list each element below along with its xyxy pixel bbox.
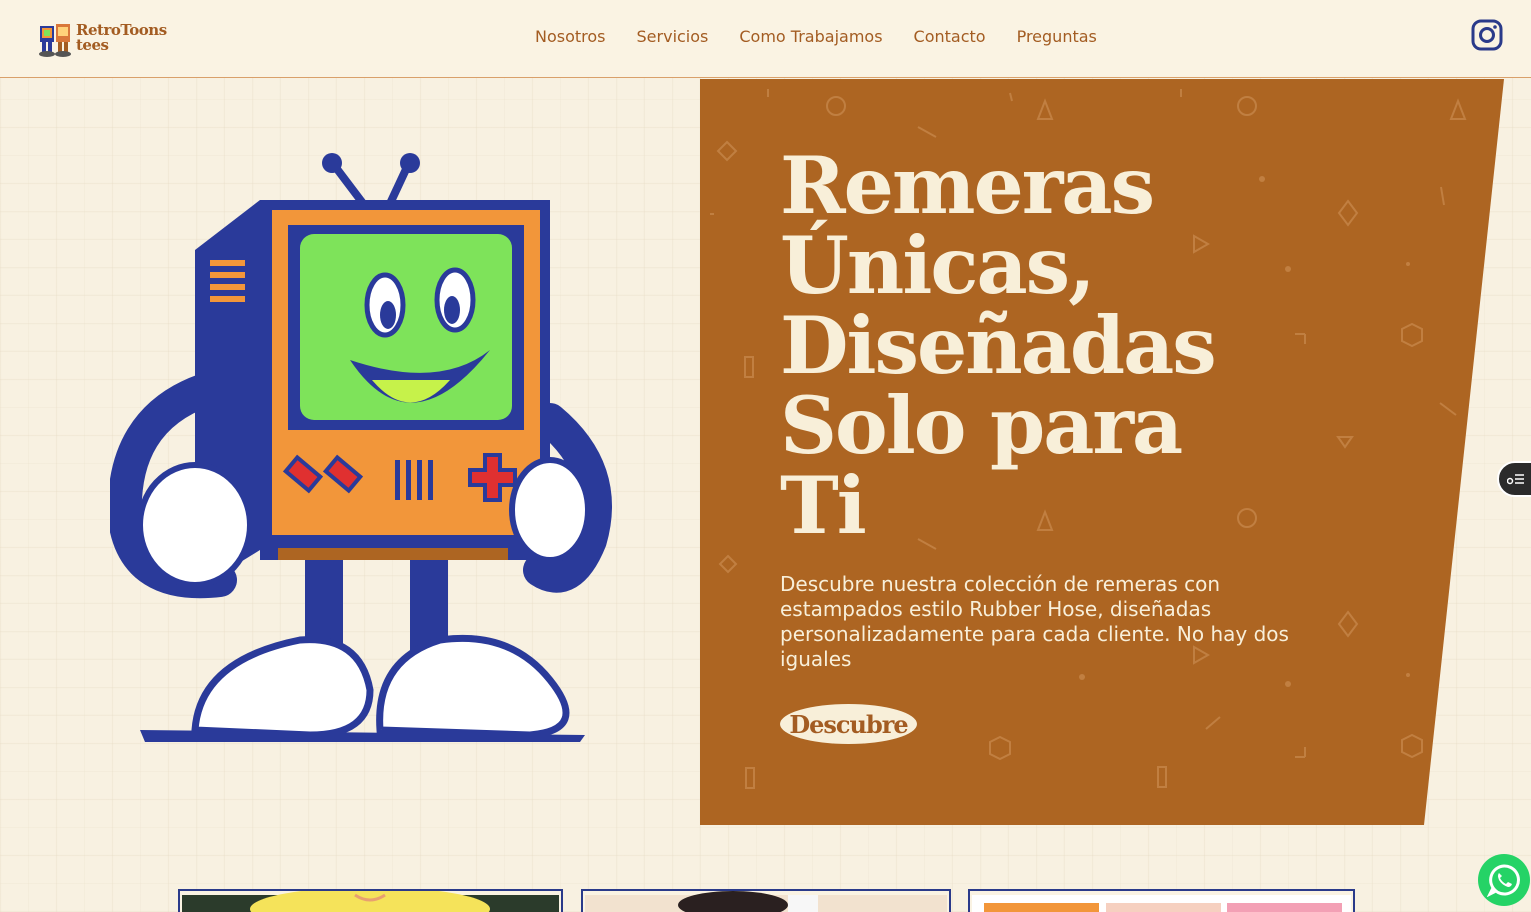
brand-logo[interactable]: RetroToons tees (38, 18, 167, 58)
product-card[interactable] (581, 889, 951, 912)
nav-item-nosotros[interactable]: Nosotros (535, 27, 606, 46)
hero-title-line: Diseñadas (780, 299, 1217, 392)
hero-title-line: Ti (780, 459, 867, 552)
product-image (972, 895, 1351, 912)
hero-title-line: Únicas, (780, 219, 1096, 312)
hero-description: Descubre nuestra colección de remeras co… (780, 572, 1289, 671)
hero-title-line: Solo para (780, 379, 1183, 472)
product-card[interactable] (968, 889, 1355, 912)
whatsapp-button[interactable] (1478, 854, 1530, 906)
nav-item-preguntas[interactable]: Preguntas (1017, 27, 1097, 46)
logo-mascot-icon (39, 24, 71, 57)
hero-title-line: Remeras (780, 139, 1155, 232)
hero-title: Remeras Únicas, Diseñadas Solo para Ti (780, 146, 1340, 546)
product-image (182, 891, 559, 912)
discover-button[interactable]: Descubre (780, 704, 917, 744)
instagram-icon[interactable] (1471, 19, 1503, 51)
product-image (585, 891, 947, 912)
nav-item-contacto[interactable]: Contacto (914, 27, 986, 46)
nav-item-servicios[interactable]: Servicios (637, 27, 709, 46)
brand-name-line2: tees (76, 36, 109, 54)
whatsapp-icon (1487, 864, 1520, 897)
site-header: RetroToons tees Nosotros Servicios Como … (0, 0, 1531, 78)
main-nav: Nosotros Servicios Como Trabajamos Conta… (535, 27, 1097, 46)
product-card[interactable] (178, 889, 563, 912)
nav-item-como-trabajamos[interactable]: Como Trabajamos (739, 27, 882, 46)
brand-name: RetroToons tees (76, 23, 167, 53)
side-menu-icon (1507, 474, 1524, 485)
tv-mascot-illustration (110, 153, 612, 742)
side-menu-toggle[interactable] (1497, 461, 1531, 497)
